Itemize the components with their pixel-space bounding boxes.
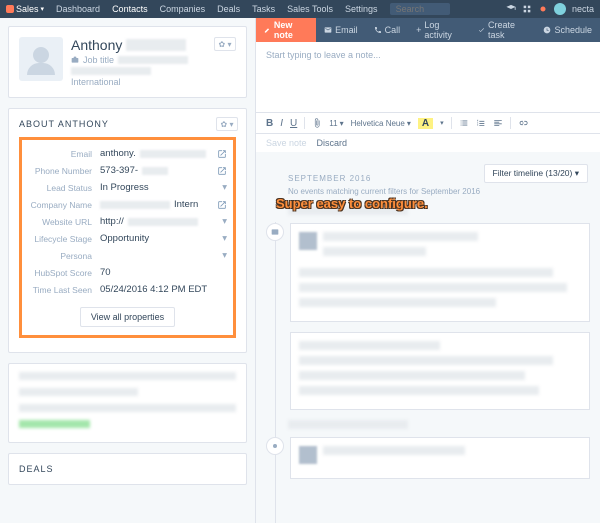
- left-column: Anthony Job title International ✿ ▾ ABOU…: [0, 18, 255, 523]
- notification-icon[interactable]: [538, 4, 548, 14]
- email-field[interactable]: anthony.: [100, 148, 227, 159]
- nav-companies[interactable]: Companies: [160, 4, 206, 14]
- timeline-empty-text: No events matching current filters for S…: [288, 187, 590, 196]
- underline-button[interactable]: U: [290, 118, 297, 129]
- right-column: New note Email Call +Log activity Create…: [255, 18, 600, 523]
- timeline-item[interactable]: [266, 223, 590, 322]
- nav-deals[interactable]: Deals: [217, 4, 240, 14]
- discard-button[interactable]: Discard: [317, 138, 348, 148]
- list-ul-icon[interactable]: [459, 118, 469, 128]
- nav-sales-tools[interactable]: Sales Tools: [287, 4, 333, 14]
- deals-section: DEALS: [8, 453, 247, 485]
- search-input[interactable]: [390, 3, 450, 15]
- company-field[interactable]: Intern: [100, 199, 227, 210]
- logo-icon: [6, 5, 14, 13]
- about-section: ABOUT ANTHONY ✿ ▾ Emailanthony. Phone Nu…: [8, 108, 247, 353]
- align-icon[interactable]: [493, 118, 503, 128]
- external-link-icon[interactable]: [217, 149, 227, 159]
- text-color-button[interactable]: A: [418, 118, 433, 129]
- envelope-icon: [324, 26, 332, 34]
- contact-settings-button[interactable]: ✿ ▾: [214, 37, 236, 51]
- font-select[interactable]: Helvetica Neue ▾: [351, 119, 411, 128]
- save-note-button: Save note: [266, 138, 307, 148]
- nav-contacts[interactable]: Contacts: [112, 4, 148, 14]
- note-textarea[interactable]: Start typing to leave a note...: [256, 42, 600, 112]
- timeline-item[interactable]: [266, 332, 590, 410]
- tab-log-activity[interactable]: +Log activity: [408, 18, 470, 42]
- clock-icon: [543, 26, 551, 34]
- phone-icon: [374, 26, 382, 34]
- contact-avatar: [19, 37, 63, 81]
- tab-call[interactable]: Call: [366, 18, 409, 42]
- timeline-item[interactable]: [266, 437, 590, 479]
- last-seen-field: 05/24/2016 4:12 PM EDT: [100, 284, 227, 295]
- check-icon: [478, 26, 485, 34]
- timeline-bullet-icon: [266, 223, 284, 241]
- contact-header: Anthony Job title International ✿ ▾: [8, 26, 247, 98]
- link-icon[interactable]: [518, 118, 528, 128]
- list-ol-icon[interactable]: [476, 118, 486, 128]
- about-highlighted: Emailanthony. Phone Number573-397- Lead …: [19, 137, 236, 338]
- contact-name: Anthony: [71, 37, 236, 53]
- view-all-properties-button[interactable]: View all properties: [80, 307, 175, 327]
- user-avatar[interactable]: [554, 3, 566, 15]
- nav-dashboard[interactable]: Dashboard: [56, 4, 100, 14]
- tab-schedule[interactable]: Schedule: [535, 18, 600, 42]
- score-field[interactable]: 70: [100, 267, 227, 278]
- attach-icon[interactable]: [312, 118, 322, 128]
- deals-title: DEALS: [19, 464, 236, 474]
- activity-tabs: New note Email Call +Log activity Create…: [256, 18, 600, 42]
- website-field[interactable]: http://▾: [100, 216, 227, 227]
- about-title: ABOUT ANTHONY: [19, 119, 236, 129]
- timeline-bullet-icon: [266, 437, 284, 455]
- marketplace-icon[interactable]: [522, 4, 532, 14]
- generic-card: [8, 363, 247, 443]
- lifecycle-select[interactable]: Opportunity▾: [100, 233, 227, 244]
- user-name: necta: [572, 4, 594, 14]
- lead-status-select[interactable]: In Progress▾: [100, 182, 227, 193]
- brand[interactable]: Sales ▾: [6, 4, 44, 14]
- editor-toolbar: B I U 11 ▾ Helvetica Neue ▾ A▾: [256, 112, 600, 133]
- tab-email[interactable]: Email: [316, 18, 366, 42]
- tab-new-note[interactable]: New note: [256, 18, 316, 42]
- pencil-icon: [264, 26, 271, 34]
- about-settings-button[interactable]: ✿ ▾: [216, 117, 238, 131]
- academy-icon[interactable]: [506, 4, 516, 14]
- persona-select[interactable]: ▾: [100, 250, 227, 261]
- bold-button[interactable]: B: [266, 118, 273, 129]
- tab-create-task[interactable]: Create task: [470, 18, 535, 42]
- italic-button[interactable]: I: [280, 118, 283, 129]
- external-link-icon[interactable]: [217, 200, 227, 210]
- nav-tasks[interactable]: Tasks: [252, 4, 275, 14]
- briefcase-icon: [71, 56, 79, 64]
- top-nav: Sales ▾ Dashboard Contacts Companies Dea…: [0, 0, 600, 18]
- external-link-icon[interactable]: [217, 166, 227, 176]
- job-title: Job title: [71, 55, 236, 65]
- plus-icon: +: [416, 25, 421, 35]
- phone-field[interactable]: 573-397-: [100, 165, 227, 176]
- timeline: Filter timeline (13/20) ▾ SEPTEMBER 2016…: [256, 152, 600, 523]
- nav-settings[interactable]: Settings: [345, 4, 378, 14]
- contact-company: [71, 67, 236, 75]
- filter-timeline-button[interactable]: Filter timeline (13/20) ▾: [484, 164, 588, 183]
